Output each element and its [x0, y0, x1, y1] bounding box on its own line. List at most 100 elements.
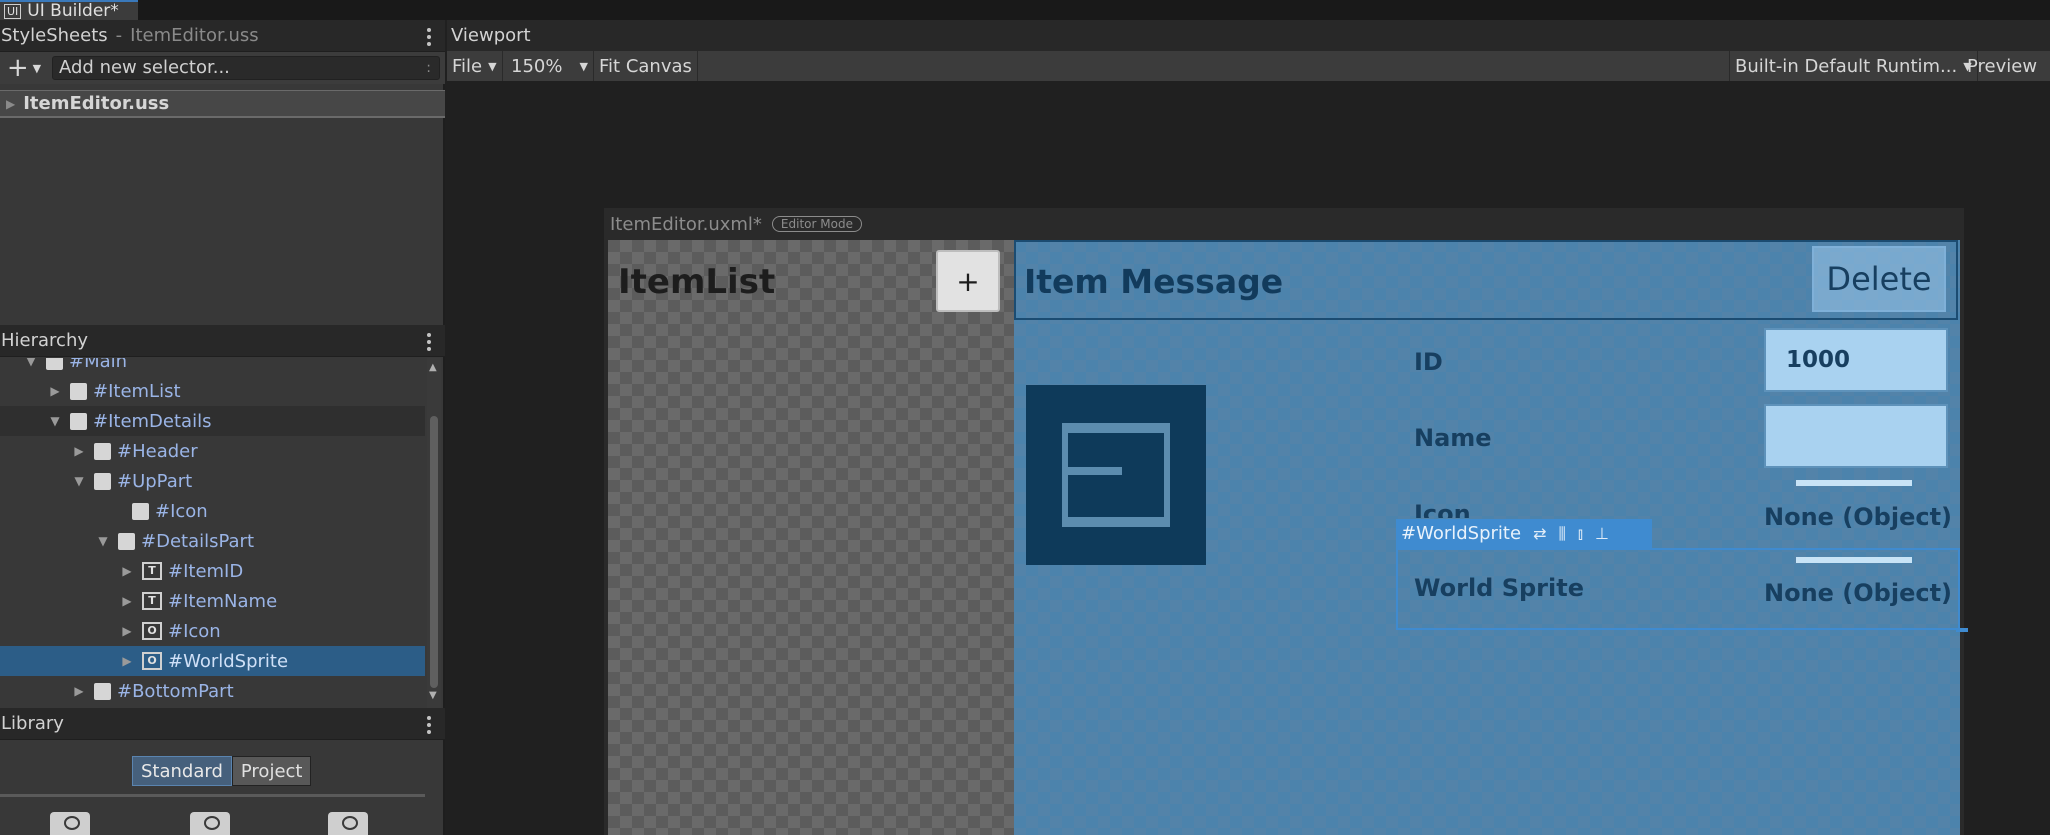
tree-label: #WorldSprite	[168, 650, 289, 672]
collapse-arrow-icon[interactable]: ▼	[24, 358, 38, 368]
scroll-thumb[interactable]	[430, 416, 438, 688]
tree-row-itemid[interactable]: ▶ T #ItemID	[0, 556, 425, 586]
scroll-up-icon[interactable]: ▲	[429, 362, 437, 373]
stylesheets-header: StyleSheets - ItemEditor.uss	[0, 20, 445, 52]
document-title: ItemEditor.uxml*	[610, 213, 762, 235]
item-list-panel[interactable]	[608, 240, 1014, 835]
text-field-icon: T	[142, 562, 162, 580]
stylesheets-menu-icon[interactable]	[427, 28, 431, 46]
library-element-icon[interactable]	[328, 812, 368, 835]
name-label: Name	[1414, 424, 1492, 452]
expand-arrow-icon[interactable]: ▶	[120, 564, 134, 578]
tree-label: #Icon	[168, 620, 221, 642]
tree-row-detailspart[interactable]: ▼ #DetailsPart	[0, 526, 425, 556]
stylesheets-title: StyleSheets	[1, 25, 108, 46]
hierarchy-scrollbar[interactable]: ▲ ▼	[427, 358, 441, 708]
expand-arrow-icon[interactable]: ▶	[6, 97, 15, 111]
align-self-icon[interactable]: ⊥	[1595, 524, 1609, 543]
stylesheets-file-name: ItemEditor.uss	[130, 25, 259, 46]
item-name-input[interactable]	[1764, 404, 1948, 468]
visual-element-icon	[94, 442, 111, 460]
hierarchy-header: Hierarchy	[0, 325, 445, 357]
theme-dropdown[interactable]: Built-in Default Runtim... ▼	[1729, 51, 1978, 81]
selector-placeholder: Add new selector...	[59, 57, 230, 78]
selector-input[interactable]: Add new selector... :	[52, 56, 440, 80]
tab-standard[interactable]: Standard	[132, 756, 232, 786]
tree-row-icon[interactable]: #Icon	[0, 496, 425, 526]
zoom-dropdown[interactable]: 150% ▼	[506, 51, 594, 81]
collapse-arrow-icon[interactable]: ▼	[48, 414, 62, 428]
tree-row-itemdetails[interactable]: ▼ #ItemDetails	[0, 406, 425, 436]
library-menu-icon[interactable]	[427, 716, 431, 734]
visual-element-icon	[46, 358, 63, 370]
field-separator	[1796, 480, 1912, 486]
delete-button[interactable]: Delete	[1812, 246, 1946, 312]
align-items-icon[interactable]: ⫼	[1558, 524, 1565, 544]
expand-arrow-icon[interactable]: ▶	[72, 444, 86, 458]
scroll-down-icon[interactable]: ▼	[429, 690, 437, 701]
selection-tag-label: #WorldSprite	[1401, 523, 1522, 544]
tree-label: #Main	[69, 358, 128, 372]
world-sprite-selection-box[interactable]	[1396, 548, 1960, 630]
title-bar	[0, 0, 2050, 20]
visual-element-icon	[70, 412, 87, 430]
tree-row-itemlist[interactable]: ▶ #ItemList	[0, 376, 425, 406]
tree-row-header[interactable]: ▶ #Header	[0, 436, 425, 466]
collapse-arrow-icon[interactable]: ▼	[96, 534, 110, 548]
stylesheet-file-row[interactable]: ▶ ItemEditor.uss	[0, 90, 445, 118]
expand-arrow-icon[interactable]: ▶	[120, 594, 134, 608]
canvas-header[interactable]: ItemEditor.uxml* Editor Mode	[604, 208, 1964, 240]
editor-mode-badge: Editor Mode	[771, 216, 862, 232]
visual-element-icon	[94, 472, 111, 490]
stylesheet-file-label: ItemEditor.uss	[23, 93, 170, 114]
sprite-placeholder-icon	[1062, 423, 1170, 527]
item-list-title: ItemList	[618, 262, 776, 302]
tree-row-bottompart[interactable]: ▶ #BottomPart	[0, 676, 425, 706]
visual-element-icon	[94, 682, 111, 700]
flex-direction-icon[interactable]: ⇄	[1533, 524, 1546, 543]
library-element-icon[interactable]	[50, 812, 90, 835]
expand-arrow-icon[interactable]: ▶	[120, 654, 134, 668]
selector-hint: :	[426, 60, 431, 76]
plus-icon: +	[6, 53, 29, 83]
expand-arrow-icon[interactable]: ▶	[120, 624, 134, 638]
id-label: ID	[1414, 348, 1443, 376]
caret-down-icon: ▼	[488, 59, 497, 73]
tree-row-itemname[interactable]: ▶ T #ItemName	[0, 586, 425, 616]
add-item-button[interactable]: +	[936, 250, 1000, 312]
tree-row-uppart[interactable]: ▼ #UpPart	[0, 466, 425, 496]
tab-project[interactable]: Project	[231, 756, 312, 786]
preview-button[interactable]: Preview	[1962, 51, 2042, 81]
tree-row-main[interactable]: ▼ #Main	[0, 358, 425, 376]
expand-arrow-icon[interactable]: ▶	[72, 684, 86, 698]
tree-label: #BottomPart	[117, 680, 234, 702]
icon-object-field[interactable]: None (Object)	[1764, 503, 1952, 531]
item-icon-preview[interactable]	[1026, 385, 1206, 565]
hierarchy-menu-icon[interactable]	[427, 333, 431, 351]
visual-element-icon	[132, 502, 149, 520]
justify-content-icon[interactable]: ⫾	[1578, 524, 1583, 544]
caret-down-icon: ▼	[579, 59, 588, 73]
item-message-title: Item Message	[1024, 262, 1284, 301]
tree-row-worldsprite[interactable]: ▶ O #WorldSprite	[0, 646, 425, 676]
text-field-icon: T	[142, 592, 162, 610]
expand-arrow-icon[interactable]: ▶	[48, 384, 62, 398]
hierarchy-tree: ▼ #Main ▶ #ItemList ▼ #ItemDetails ▶ #He…	[0, 358, 425, 708]
viewport-title: Viewport	[451, 25, 531, 46]
visual-element-icon	[118, 532, 135, 550]
fit-canvas-button[interactable]: Fit Canvas	[594, 51, 698, 81]
collapse-arrow-icon[interactable]: ▼	[72, 474, 86, 488]
hierarchy-title: Hierarchy	[1, 330, 89, 351]
window-tab[interactable]: UI UI Builder*	[0, 0, 138, 21]
viewport-header: Viewport	[447, 20, 2050, 51]
resize-handle[interactable]	[1956, 628, 1968, 632]
library-element-icon[interactable]	[190, 812, 230, 835]
add-stylesheet-button[interactable]: + ▼	[0, 52, 48, 84]
tree-row-icon-field[interactable]: ▶ O #Icon	[0, 616, 425, 646]
file-menu-button[interactable]: File ▼	[447, 51, 503, 81]
file-menu-label: File	[452, 55, 483, 77]
library-header: Library	[0, 708, 445, 740]
selection-tag[interactable]: #WorldSprite ⇄ ⫼ ⫾ ⊥	[1396, 519, 1652, 548]
item-id-input[interactable]: 1000	[1764, 328, 1948, 392]
library-title: Library	[1, 713, 64, 734]
